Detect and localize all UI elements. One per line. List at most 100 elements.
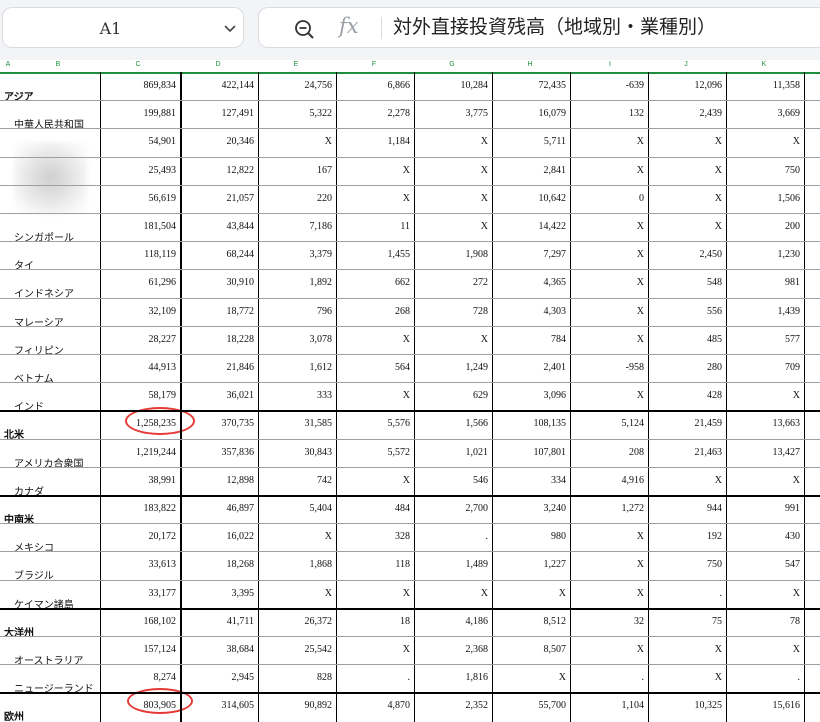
- region-label[interactable]: 欧州: [4, 708, 24, 722]
- table-cell[interactable]: 4,365: [496, 277, 567, 288]
- table-cell[interactable]: 32: [574, 616, 644, 627]
- table-cell[interactable]: 220: [262, 193, 332, 204]
- table-cell[interactable]: 4,870: [340, 700, 411, 711]
- table-cell[interactable]: 2,439: [652, 108, 723, 119]
- table-cell[interactable]: 30,843: [262, 447, 333, 458]
- column-header-j[interactable]: J: [681, 61, 691, 68]
- table-cell[interactable]: 5,711: [496, 136, 566, 147]
- column-header-i[interactable]: I: [605, 61, 615, 68]
- table-cell[interactable]: 314,605: [184, 700, 255, 711]
- table-cell[interactable]: 556: [652, 306, 722, 317]
- table-cell[interactable]: 1,219,244: [106, 447, 176, 458]
- table-cell[interactable]: 1,104: [574, 700, 645, 711]
- table-cell[interactable]: X: [574, 306, 644, 317]
- table-cell[interactable]: 2,278: [340, 108, 411, 119]
- table-cell[interactable]: 280: [652, 362, 722, 373]
- chevron-down-icon[interactable]: [223, 21, 237, 35]
- table-cell[interactable]: X: [574, 277, 644, 288]
- table-cell[interactable]: 484: [340, 503, 410, 514]
- table-cell[interactable]: 21,846: [184, 362, 255, 373]
- table-cell[interactable]: 15,616: [730, 700, 801, 711]
- table-cell[interactable]: 10,642: [496, 193, 567, 204]
- column-header-a[interactable]: A: [3, 61, 13, 68]
- table-cell[interactable]: 4,186: [418, 616, 489, 627]
- table-cell[interactable]: 192: [652, 531, 722, 542]
- table-cell[interactable]: 1,230: [730, 249, 801, 260]
- table-cell[interactable]: 18,268: [184, 559, 255, 570]
- table-cell[interactable]: 200: [730, 221, 800, 232]
- table-cell[interactable]: 268: [340, 306, 410, 317]
- column-header-b[interactable]: B: [53, 61, 63, 68]
- zoom-out-icon[interactable]: [293, 18, 315, 40]
- table-cell[interactable]: 333: [262, 390, 332, 401]
- table-cell[interactable]: 334: [496, 475, 566, 486]
- table-cell[interactable]: 577: [730, 334, 800, 345]
- table-cell[interactable]: 208: [574, 447, 644, 458]
- table-cell[interactable]: 3,775: [418, 108, 489, 119]
- table-cell[interactable]: 0: [574, 193, 644, 204]
- table-cell[interactable]: 2,700: [418, 503, 489, 514]
- table-cell[interactable]: 1,868: [262, 559, 333, 570]
- table-cell[interactable]: 803,905: [106, 700, 177, 711]
- table-cell[interactable]: 1,612: [262, 362, 333, 373]
- table-cell[interactable]: X: [418, 334, 488, 345]
- table-cell[interactable]: 485: [652, 334, 722, 345]
- table-cell[interactable]: 328: [340, 531, 410, 542]
- table-cell[interactable]: 132: [574, 108, 644, 119]
- table-cell[interactable]: X: [340, 588, 410, 599]
- table-cell[interactable]: 21,463: [652, 447, 723, 458]
- table-cell[interactable]: 12,898: [184, 475, 255, 486]
- table-cell[interactable]: .: [418, 531, 489, 542]
- table-cell[interactable]: 709: [730, 362, 800, 373]
- table-cell[interactable]: 16,079: [496, 108, 567, 119]
- table-cell[interactable]: X: [340, 165, 410, 176]
- table-cell[interactable]: 181,504: [106, 221, 177, 232]
- table-cell[interactable]: 26,372: [262, 616, 333, 627]
- table-cell[interactable]: X: [418, 221, 488, 232]
- table-cell[interactable]: 44,913: [106, 362, 177, 373]
- table-cell[interactable]: 58,179: [106, 390, 177, 401]
- table-cell[interactable]: X: [418, 136, 488, 147]
- formula-bar[interactable]: fx 対外直接投資残高（地域別・業種別）: [258, 7, 820, 48]
- table-cell[interactable]: .: [340, 672, 411, 683]
- table-cell[interactable]: X: [574, 165, 644, 176]
- table-cell[interactable]: 5,124: [574, 418, 645, 429]
- table-cell[interactable]: 78: [730, 616, 800, 627]
- table-cell[interactable]: 981: [730, 277, 800, 288]
- table-cell[interactable]: 564: [340, 362, 410, 373]
- table-cell[interactable]: X: [652, 475, 722, 486]
- table-cell[interactable]: 3,096: [496, 390, 567, 401]
- table-cell[interactable]: 3,395: [184, 588, 255, 599]
- table-cell[interactable]: 4,303: [496, 306, 567, 317]
- table-cell[interactable]: 54,901: [106, 136, 177, 147]
- table-cell[interactable]: 2,368: [418, 644, 489, 655]
- table-cell[interactable]: 72,435: [496, 80, 567, 91]
- table-cell[interactable]: 1,506: [730, 193, 801, 204]
- table-cell[interactable]: 21,057: [184, 193, 255, 204]
- table-cell[interactable]: -958: [574, 362, 644, 373]
- table-cell[interactable]: 118: [340, 559, 410, 570]
- table-cell[interactable]: X: [652, 221, 722, 232]
- table-cell[interactable]: X: [652, 672, 722, 683]
- table-cell[interactable]: 5,576: [340, 418, 411, 429]
- table-cell[interactable]: 4,916: [574, 475, 645, 486]
- table-cell[interactable]: 357,836: [184, 447, 255, 458]
- table-cell[interactable]: 3,379: [262, 249, 333, 260]
- table-cell[interactable]: 546: [418, 475, 488, 486]
- column-header-f[interactable]: F: [369, 61, 379, 68]
- table-cell[interactable]: 25,542: [262, 644, 333, 655]
- table-cell[interactable]: 6,866: [340, 80, 411, 91]
- table-cell[interactable]: 980: [496, 531, 566, 542]
- column-header-c[interactable]: C: [133, 61, 143, 68]
- table-cell[interactable]: X: [574, 334, 644, 345]
- table-cell[interactable]: 21,459: [652, 418, 723, 429]
- table-cell[interactable]: 43,844: [184, 221, 255, 232]
- table-cell[interactable]: X: [340, 644, 410, 655]
- table-cell[interactable]: 167: [262, 165, 332, 176]
- table-cell[interactable]: 3,669: [730, 108, 801, 119]
- table-cell[interactable]: 750: [652, 559, 722, 570]
- table-cell[interactable]: 10,325: [652, 700, 723, 711]
- table-cell[interactable]: 127,491: [184, 108, 255, 119]
- table-cell[interactable]: 1,489: [418, 559, 489, 570]
- table-cell[interactable]: 548: [652, 277, 722, 288]
